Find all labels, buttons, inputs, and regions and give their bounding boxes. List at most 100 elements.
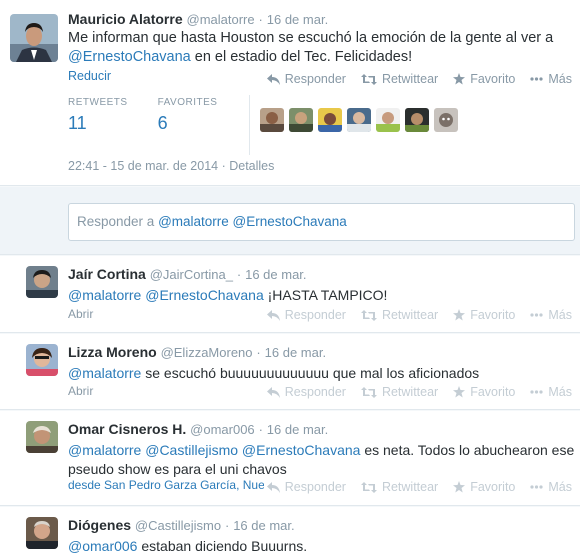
more-button[interactable]: Más — [530, 480, 572, 494]
expand-link[interactable]: Abrir — [68, 384, 93, 398]
star-icon — [453, 309, 466, 321]
tweet-text: @malatorre @ErnestoChavana ¡HASTA TAMPIC… — [68, 286, 575, 305]
tweet-text-segment: estaban diciendo Buuurns. — [137, 538, 308, 554]
favorite-label: Favorito — [470, 385, 516, 399]
tweet-text: @omar006 estaban diciendo Buuurns. — [68, 537, 575, 556]
author-name[interactable]: Omar Cisneros H. — [68, 421, 186, 437]
more-button[interactable]: Más — [530, 308, 572, 322]
star-icon — [453, 481, 466, 493]
tweet-text-segment: en el estadio del Tec. Felicidades! — [190, 49, 413, 65]
mention-link[interactable]: @malatorre — [68, 365, 141, 381]
more-button[interactable]: Más — [530, 72, 572, 86]
reply-button[interactable]: Responder — [266, 72, 346, 86]
more-dots-icon — [530, 77, 543, 81]
avatar[interactable] — [10, 14, 58, 62]
reply-box: Responder a @malatorre @ErnestoChavana — [0, 187, 580, 255]
favoriter-avatar[interactable] — [318, 108, 343, 132]
tweet-datetime[interactable]: 22:41 - 15 de mar. de 2014 · Detalles — [68, 159, 274, 173]
mention-link[interactable]: @omar006 — [68, 538, 137, 554]
reply-label: Responder — [284, 480, 346, 494]
reply-tweet[interactable]: Jaír Cortina @JairCortina_ · 16 de mar. … — [0, 256, 580, 333]
author-handle[interactable]: @ElizzaMoreno — [161, 345, 253, 360]
mention-link[interactable]: @malatorre — [68, 442, 141, 458]
reply-button[interactable]: Responder — [266, 308, 346, 322]
more-label: Más — [548, 72, 572, 86]
author-name[interactable]: Diógenes — [68, 517, 131, 533]
favoriter-avatar[interactable] — [289, 108, 314, 132]
author-name[interactable]: Lizza Moreno — [68, 344, 157, 360]
avatar[interactable] — [26, 421, 58, 453]
mention-link[interactable]: @malatorre — [68, 287, 141, 303]
favorite-label: Favorito — [470, 308, 516, 322]
reply-label: Responder — [284, 308, 346, 322]
more-button[interactable]: Más — [530, 385, 572, 399]
reply-icon — [266, 481, 280, 493]
author-handle[interactable]: @Castillejismo — [135, 518, 221, 533]
tweet-text: @malatorre @Castillejismo @ErnestoChavan… — [68, 441, 575, 479]
reply-tweet[interactable]: Diógenes @Castillejismo · 16 de mar. @om… — [0, 507, 580, 558]
reply-mentions: @malatorre @ErnestoChavana — [158, 214, 347, 229]
tweet-time[interactable]: 16 de mar. — [233, 518, 294, 533]
favoriter-avatar[interactable] — [376, 108, 401, 132]
tweet-header: Diógenes @Castillejismo · 16 de mar. — [68, 517, 295, 533]
separator-dot: · — [256, 345, 261, 360]
tweet-time[interactable]: 16 de mar. — [265, 345, 326, 360]
more-label: Más — [548, 385, 572, 399]
reply-tweet[interactable]: Lizza Moreno @ElizzaMoreno · 16 de mar. … — [0, 334, 580, 410]
more-dots-icon — [530, 313, 543, 317]
tweet-text-segment: Me informan que hasta Houston se escuchó… — [68, 30, 554, 46]
mention-link[interactable]: @Castillejismo — [145, 442, 238, 458]
favorites-label: FAVORITES — [157, 97, 218, 108]
retweet-label: Retwittear — [381, 480, 439, 494]
mention-link[interactable]: @ErnestoChavana — [242, 442, 361, 458]
mention-link[interactable]: @ErnestoChavana — [145, 287, 264, 303]
mention-link[interactable]: @ErnestoChavana — [68, 49, 191, 65]
tweet-text-segment: se escuchó buuuuuuuuuuuuu que mal los af… — [141, 365, 480, 381]
expand-link[interactable]: Abrir — [68, 307, 93, 321]
favorite-button[interactable]: Favorito — [453, 480, 515, 494]
tweet-text-segment: ¡HASTA TAMPICO! — [263, 287, 388, 303]
retweet-icon — [360, 481, 377, 493]
favoriter-avatar[interactable] — [434, 108, 459, 132]
favorite-button[interactable]: Favorito — [453, 385, 515, 399]
separator-dot: · — [224, 518, 230, 533]
favorite-button[interactable]: Favorito — [453, 308, 515, 322]
reply-label: Responder — [284, 385, 346, 399]
tweet-actions: Responder Retwittear Favorito Más — [252, 480, 572, 494]
retweet-button[interactable]: Retwittear — [360, 385, 438, 399]
retweet-button[interactable]: Retwittear — [360, 308, 438, 322]
author-handle[interactable]: @omar006 — [190, 422, 255, 437]
favoriter-avatar[interactable] — [260, 108, 285, 132]
author-handle[interactable]: @malatorre — [187, 12, 255, 27]
tweet-time[interactable]: 16 de mar. — [267, 422, 328, 437]
avatar[interactable] — [26, 517, 58, 549]
retweet-icon — [360, 73, 377, 85]
favorite-button[interactable]: Favorito — [453, 72, 515, 86]
separator-dot: · — [258, 422, 263, 437]
star-icon — [453, 73, 466, 85]
location-link[interactable]: desde San Pedro Garza García, Nue — [68, 478, 264, 492]
tweet-time[interactable]: 16 de mar. — [245, 267, 306, 282]
favoriter-avatar[interactable] — [347, 108, 372, 132]
reply-button[interactable]: Responder — [266, 480, 346, 494]
more-label: Más — [548, 308, 572, 322]
tweet-actions: Responder Retwittear Favorito Más — [252, 308, 572, 322]
avatar[interactable] — [26, 266, 58, 298]
favorites-stat[interactable]: FAVORITES 6 — [158, 97, 218, 134]
author-handle[interactable]: @JairCortina_ — [150, 267, 233, 282]
retweets-stat[interactable]: RETWEETS 11 — [68, 97, 128, 134]
favorite-label: Favorito — [470, 72, 516, 86]
tweet-stats: RETWEETS 11 FAVORITES 6 — [68, 95, 459, 155]
author-name[interactable]: Mauricio Alatorre — [68, 11, 183, 27]
avatar[interactable] — [26, 344, 58, 376]
reply-button[interactable]: Responder — [266, 385, 346, 399]
retweet-button[interactable]: Retwittear — [360, 72, 438, 86]
tweet-time[interactable]: 16 de mar. — [267, 12, 328, 27]
reply-input[interactable]: Responder a @malatorre @ErnestoChavana — [68, 203, 575, 241]
retweets-count: 11 — [68, 113, 87, 133]
favoriter-avatar[interactable] — [405, 108, 430, 132]
collapse-link[interactable]: Reducir — [68, 69, 111, 83]
retweet-button[interactable]: Retwittear — [360, 480, 439, 494]
reply-tweet[interactable]: Omar Cisneros H. @omar006 · 16 de mar. @… — [0, 411, 580, 506]
author-name[interactable]: Jaír Cortina — [68, 266, 146, 282]
